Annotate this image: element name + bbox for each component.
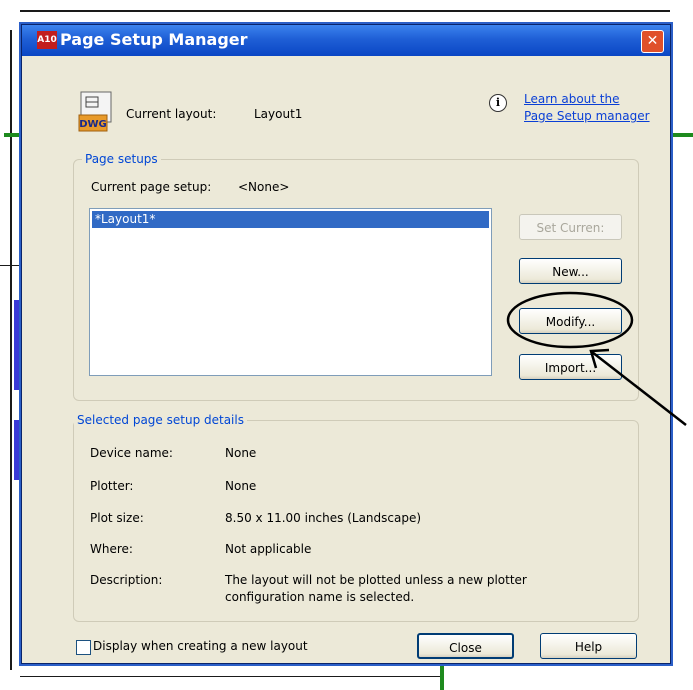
description-value-line2: configuration name is selected. [225, 590, 415, 604]
title-bar[interactable]: A10 Page Setup Manager ✕ [22, 25, 670, 56]
learn-about-link[interactable]: Learn about the Page Setup manager [524, 91, 650, 125]
drawing-line-bottom [20, 676, 440, 677]
where-value: Not applicable [225, 542, 312, 556]
dialog-title: Page Setup Manager [60, 30, 248, 49]
plotter-label: Plotter: [90, 479, 134, 493]
dwg-file-icon: DWG [78, 91, 112, 132]
display-when-creating-checkbox[interactable] [76, 640, 91, 655]
learn-link-line2[interactable]: Page Setup manager [524, 108, 650, 125]
plot-size-value: 8.50 x 11.00 inches (Landscape) [225, 511, 422, 525]
plotter-value: None [225, 479, 257, 493]
modify-button[interactable]: Modify... [519, 308, 622, 334]
device-name-value: None [225, 446, 257, 460]
details-group-label: Selected page setup details [74, 413, 247, 427]
where-label: Where: [90, 542, 133, 556]
drawing-green-mark-left [4, 133, 20, 137]
autocad-logo-icon: A10 [37, 31, 57, 49]
info-icon: i [489, 94, 507, 112]
learn-link-line1[interactable]: Learn about the [524, 91, 650, 108]
display-when-creating-label[interactable]: Display when creating a new layout [93, 639, 308, 653]
description-label: Description: [90, 573, 163, 587]
drawing-border-left [10, 30, 12, 670]
set-current-button[interactable]: Set Curren: [519, 214, 622, 240]
close-window-button[interactable]: ✕ [641, 30, 664, 53]
drawing-green-mark-bottom [440, 664, 444, 690]
page-setups-list[interactable]: *Layout1* [89, 208, 492, 376]
page-setups-group-label: Page setups [82, 152, 161, 166]
device-name-label: Device name: [90, 446, 173, 460]
current-page-setup-label: Current page setup: [91, 180, 212, 194]
plot-size-label: Plot size: [90, 511, 144, 525]
drawing-line-left [0, 265, 20, 266]
current-page-setup-value: <None> [238, 180, 290, 194]
drawing-blue-mark-a [14, 300, 20, 390]
drawing-border-top [20, 10, 670, 12]
import-button[interactable]: Import... [519, 354, 622, 380]
new-button[interactable]: New... [519, 258, 622, 284]
page-setup-manager-dialog: A10 Page Setup Manager ✕ DWG Current lay… [21, 24, 671, 664]
help-button[interactable]: Help [540, 633, 637, 659]
list-item[interactable]: *Layout1* [92, 211, 489, 228]
close-button[interactable]: Close [417, 633, 514, 659]
description-value-line1: The layout will not be plotted unless a … [225, 573, 527, 587]
dwg-icon-text: DWG [79, 119, 107, 130]
drawing-blue-mark-b [14, 420, 20, 480]
current-layout-value: Layout1 [254, 107, 303, 121]
drawing-green-mark-right [670, 133, 693, 137]
current-layout-label: Current layout: [126, 107, 217, 121]
